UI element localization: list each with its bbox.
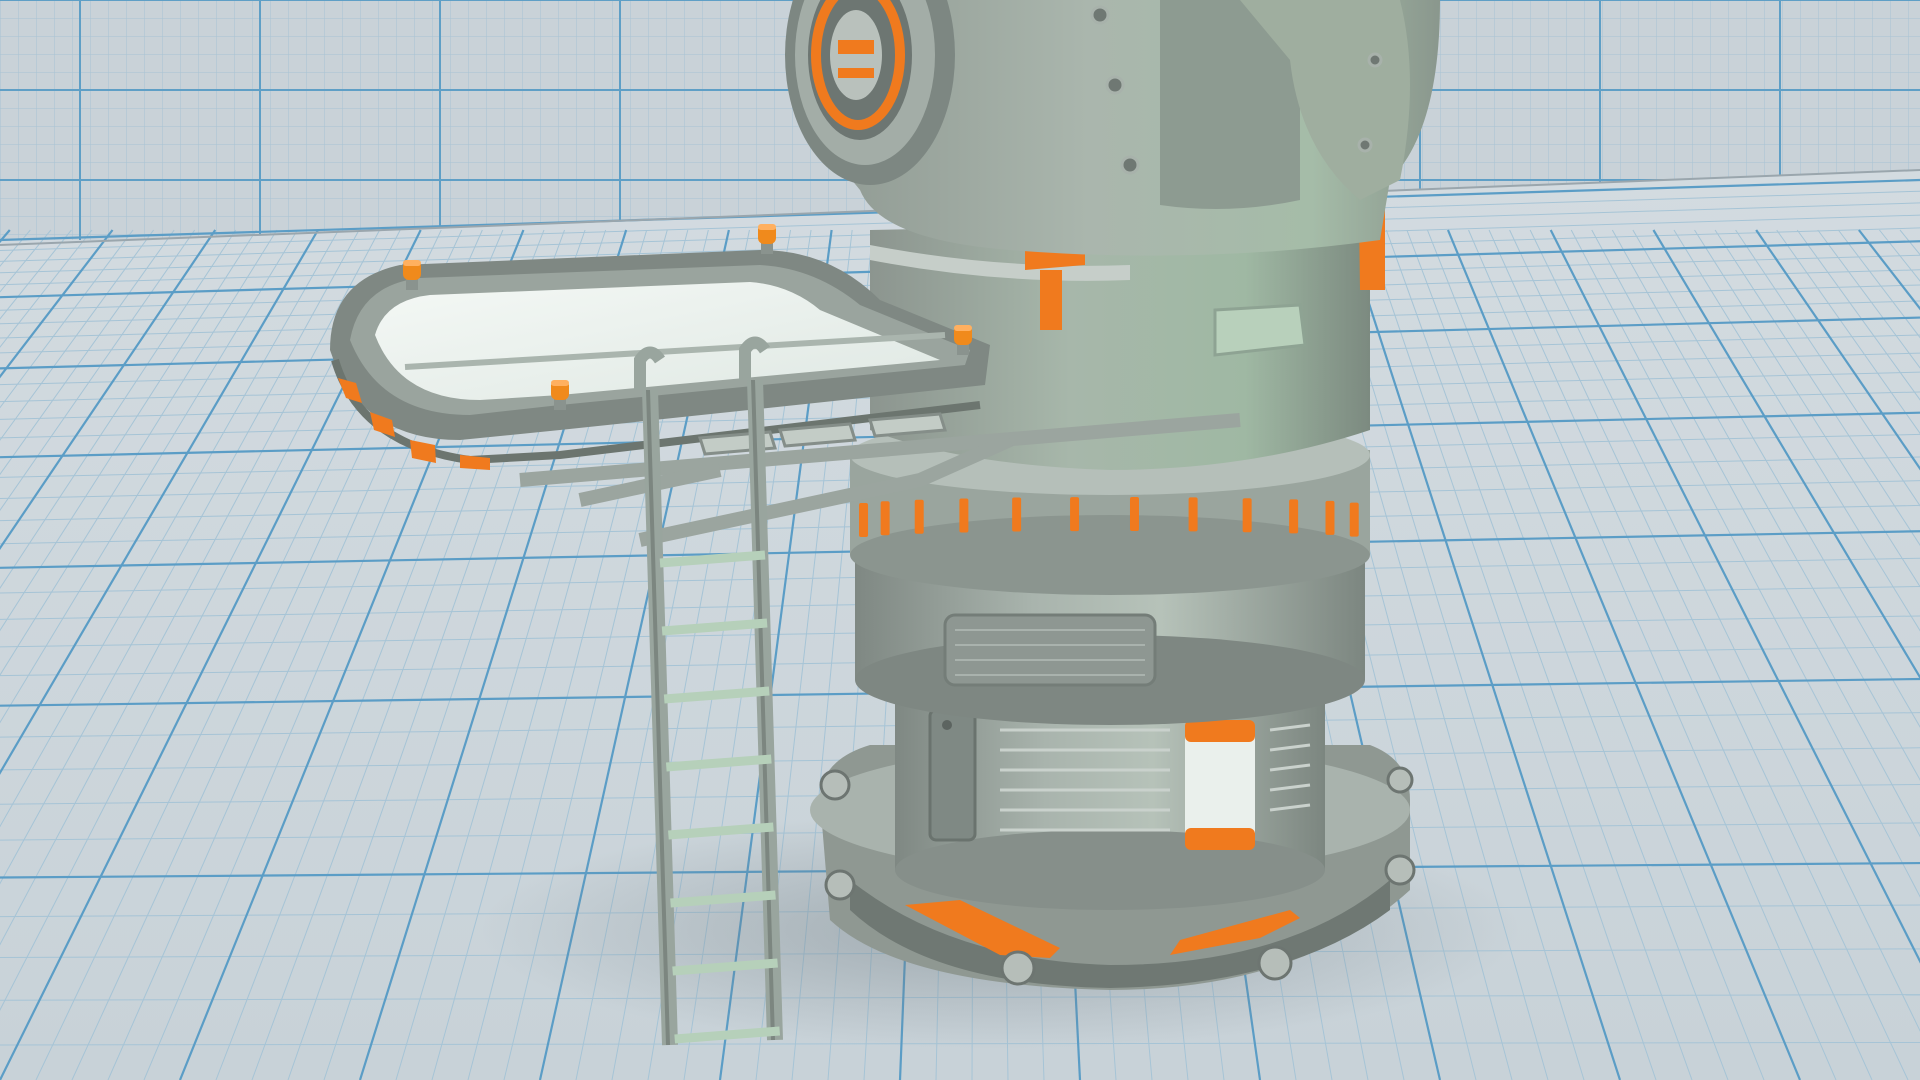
- turret-scene: [0, 0, 1920, 1080]
- collar-tick: [880, 501, 890, 536]
- collar-tick: [1289, 499, 1299, 534]
- collar-tick: [859, 503, 869, 538]
- collar-tick: [1325, 500, 1335, 535]
- collar-tick: [1012, 497, 1022, 532]
- collar-tick: [914, 499, 924, 534]
- side-hatch: [928, 708, 977, 842]
- collar-tick: [1129, 497, 1139, 532]
- side-plate: [1213, 303, 1307, 357]
- coolant-canister: [1185, 720, 1255, 850]
- collar-tick: [1188, 497, 1198, 532]
- collar-tick: [1070, 497, 1080, 532]
- collar-tick: [1242, 498, 1252, 533]
- collar-tick: [959, 498, 969, 533]
- collar-tick: [1349, 502, 1359, 537]
